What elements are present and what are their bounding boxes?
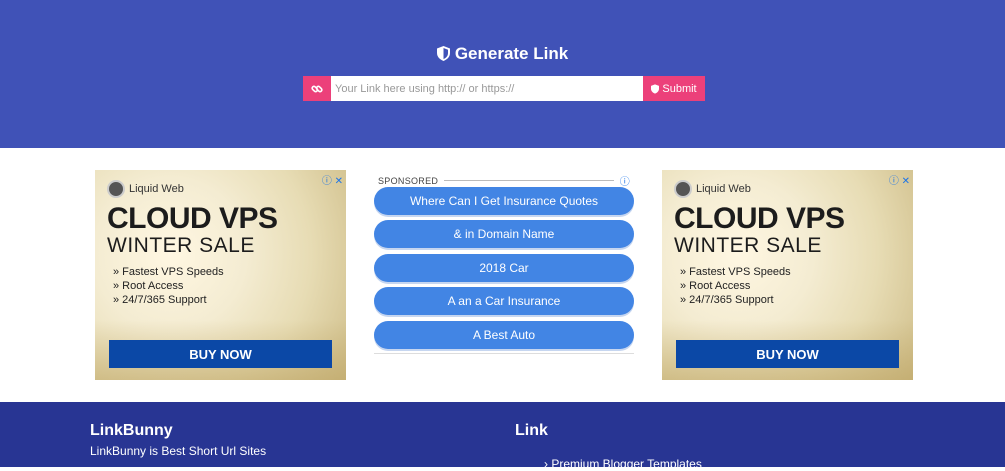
link-icon [311,85,323,92]
ad-bullets: » Fastest VPS Speeds » Root Access » 24/… [113,265,224,307]
ad-bullet: » Root Access [113,280,184,292]
ad-brand: Liquid Web [696,183,751,195]
sponsored-links: SPONSORED ⓘ Where Can I Get Insurance Qu… [372,170,634,356]
sponsored-link[interactable]: & in Domain Name [374,220,634,248]
hero-title-text: Generate Link [454,44,569,63]
ad-subheadline: WINTER SALE [107,234,255,257]
link-icon-button[interactable] [303,76,331,101]
buy-now-button[interactable]: BUY NOW [109,340,332,368]
liquid-web-logo-icon [107,180,125,198]
sponsored-link[interactable]: Where Can I Get Insurance Quotes [374,187,634,215]
ad-banner-right[interactable]: ⓘ ✕ Liquid Web CLOUD VPS WINTER SALE » F… [662,170,913,380]
sponsored-link[interactable]: A Best Auto [374,321,634,349]
sponsored-link[interactable]: A an a Car Insurance [374,287,634,315]
info-icon[interactable]: ⓘ [620,173,630,188]
sponsored-label: SPONSORED [378,175,439,186]
submit-button[interactable]: Submit [643,76,705,101]
liquid-web-logo-icon [674,180,692,198]
ad-headline: CLOUD VPS [107,202,278,235]
hero-title: Generate Link [0,44,1005,66]
shorten-form: Submit [303,76,705,101]
sponsored-header: SPONSORED ⓘ [378,173,630,189]
footer-description: LinkBunny is Best Short Url Sites [90,444,267,458]
shield-icon [436,46,450,66]
submit-label: Submit [662,82,697,95]
ad-banner-left[interactable]: ⓘ ✕ Liquid Web CLOUD VPS WINTER SALE » F… [95,170,346,380]
hero-section: Generate Link Submit [0,0,1005,148]
footer-links-heading: Link [515,422,548,439]
ad-bullet: » Root Access [680,280,751,292]
ad-logo: Liquid Web [107,180,184,198]
ad-bullets: » Fastest VPS Speeds » Root Access » 24/… [680,265,791,307]
ad-bullet: » Fastest VPS Speeds [680,266,791,278]
ad-brand: Liquid Web [129,183,184,195]
ad-choices-icon[interactable]: ⓘ ✕ [889,172,910,187]
ad-bullet: » Fastest VPS Speeds [113,266,224,278]
buy-now-button[interactable]: BUY NOW [676,340,899,368]
shield-icon [651,83,660,94]
ad-choices-icon[interactable]: ⓘ ✕ [322,172,343,187]
sponsored-link[interactable]: 2018 Car [374,254,634,282]
ad-headline: CLOUD VPS [674,202,845,235]
footer: LinkBunny LinkBunny is Best Short Url Si… [0,402,1005,471]
url-input[interactable] [331,76,643,101]
ad-bullet: » 24/7/365 Support [680,294,774,306]
ad-subheadline: WINTER SALE [674,234,822,257]
footer-link[interactable]: › Premium Blogger Templates [544,457,702,471]
divider [444,180,614,181]
divider [374,353,634,354]
footer-brand: LinkBunny [90,422,173,439]
ad-bullet: » 24/7/365 Support [113,294,207,306]
ad-logo: Liquid Web [674,180,751,198]
